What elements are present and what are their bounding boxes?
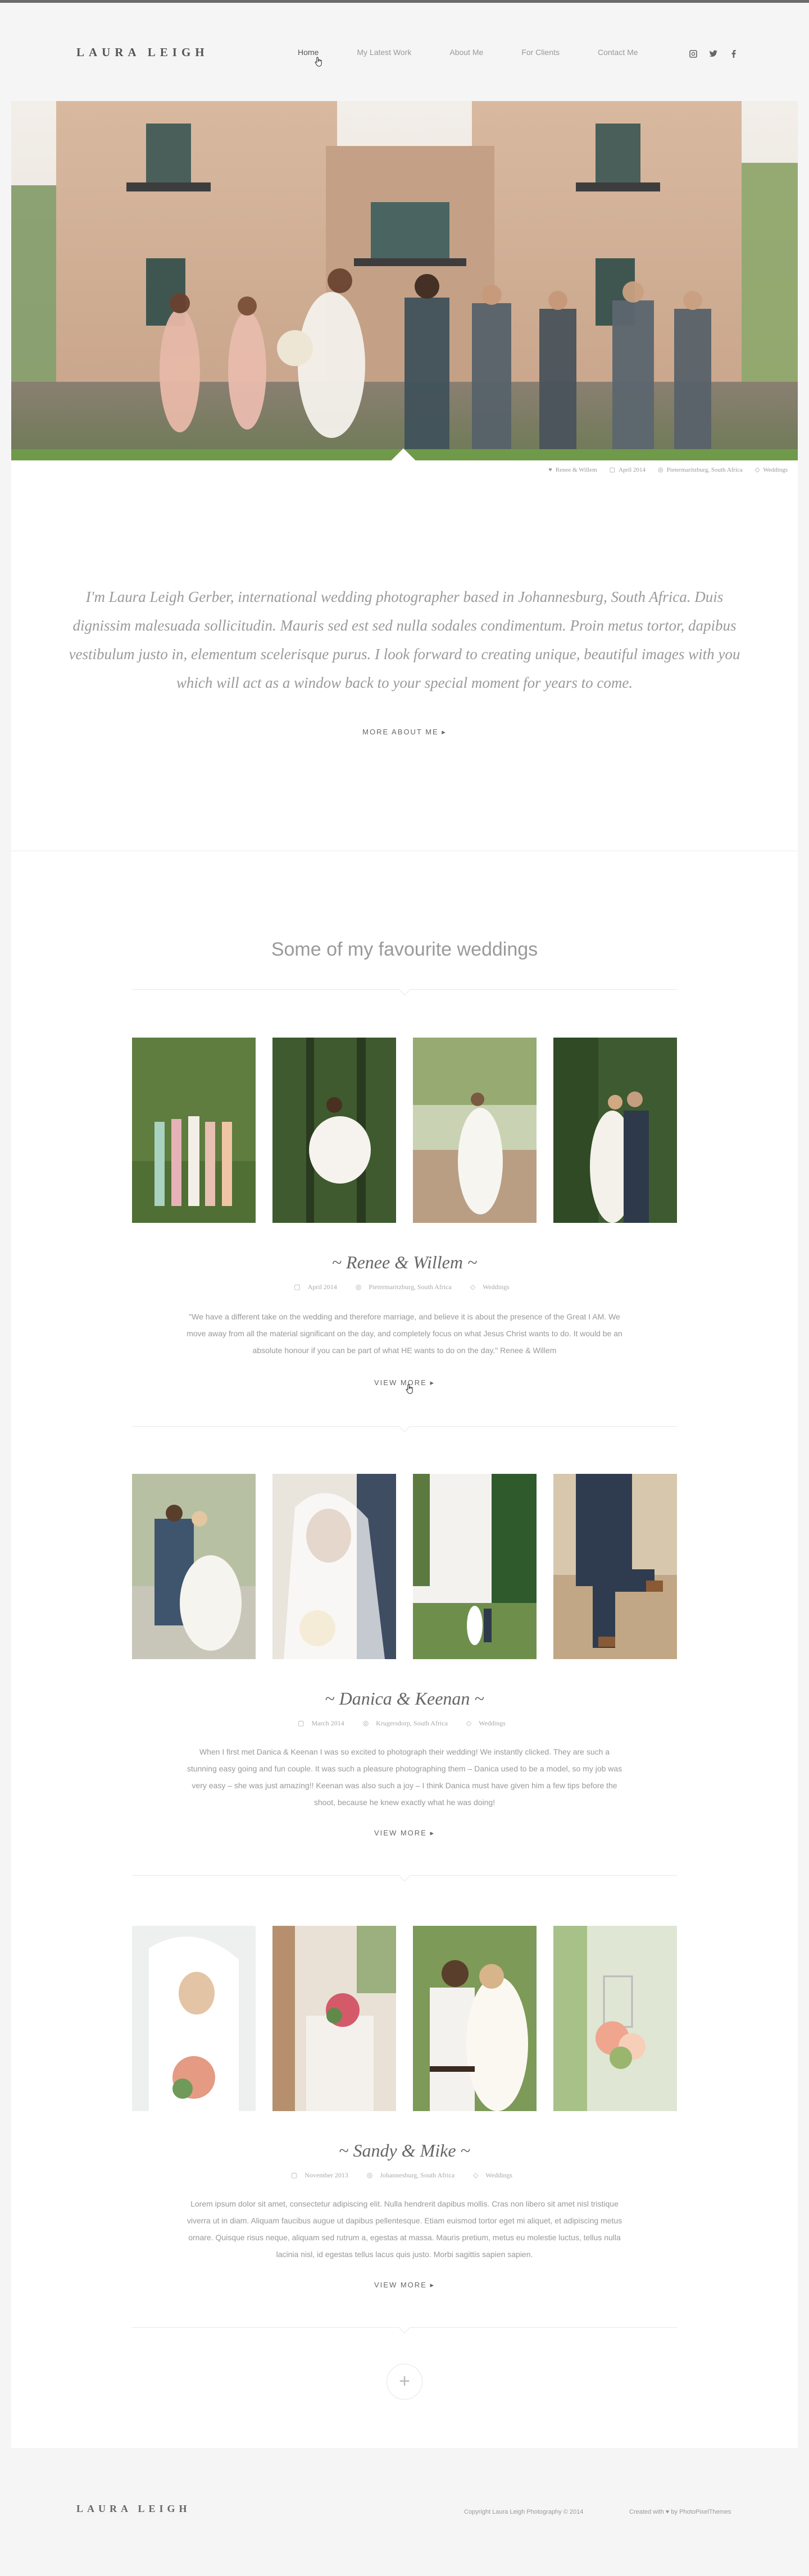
wedding-excerpt: "We have a different take on the wedding… xyxy=(187,1312,622,1355)
nav-about-me[interactable]: About Me xyxy=(449,48,483,57)
nav-for-clients[interactable]: For Clients xyxy=(521,48,560,57)
wedding-date: ▢ March 2014 xyxy=(298,1719,344,1727)
hand-cursor-icon xyxy=(406,1384,413,1394)
hero-meta-location: ◎ Pietermaritzburg, South Africa xyxy=(658,466,743,474)
wedding-location: ◎ Johannesburg, South Africa xyxy=(366,2171,455,2179)
wedding-photo[interactable] xyxy=(553,1474,677,1659)
wedding-photo[interactable] xyxy=(413,1474,537,1659)
wedding-photo[interactable] xyxy=(132,1474,256,1659)
heart-icon: ♥ xyxy=(548,466,552,473)
intro-text: I'm Laura Leigh Gerber, international we… xyxy=(69,588,740,691)
hero-image[interactable] xyxy=(11,101,798,460)
view-more-link[interactable]: VIEW MORE ▸ xyxy=(0,2281,809,2290)
load-more-button[interactable]: + xyxy=(387,2364,422,2400)
wedding-meta: ▢ November 2013 ◎ Johannesburg, South Af… xyxy=(0,2171,809,2180)
calendar-icon: ▢ xyxy=(609,467,616,473)
footer-logo[interactable]: LAURA LEIGH xyxy=(76,2503,191,2515)
wedding-excerpt: When I first met Danica & Keenan I was s… xyxy=(187,1747,622,1807)
wedding-category[interactable]: ◇ Weddings xyxy=(473,2171,518,2179)
wedding-location: ◎ Pietermaritzburg, South Africa xyxy=(355,1283,452,1291)
site-header: LAURA LEIGH Home My Latest Work About Me… xyxy=(0,3,809,101)
wedding-meta: ▢ March 2014 ◎ Krugersdorp, South Africa… xyxy=(0,1719,809,1728)
site-logo[interactable]: LAURA LEIGH xyxy=(76,45,209,60)
wedding-category[interactable]: ◇ Weddings xyxy=(470,1283,515,1291)
wedding-category[interactable]: ◇ Weddings xyxy=(466,1719,511,1727)
view-more-link[interactable]: VIEW MORE ▸ xyxy=(0,1829,809,1838)
wedding-photo[interactable] xyxy=(272,1926,396,2111)
wedding-photo[interactable] xyxy=(132,1038,256,1223)
wedding-photo[interactable] xyxy=(413,1038,537,1223)
view-more-link[interactable]: VIEW MORE ▸ xyxy=(0,1378,809,1387)
wedding-photo[interactable] xyxy=(413,1926,537,2111)
instagram-icon[interactable] xyxy=(689,50,698,60)
nav-latest-work[interactable]: My Latest Work xyxy=(357,48,411,57)
wedding-date: ▢ November 2013 xyxy=(290,2171,348,2179)
nav-contact-me[interactable]: Contact Me xyxy=(598,48,638,57)
wedding-photo[interactable] xyxy=(272,1474,396,1659)
footer-copyright: Copyright Laura Leigh Photography © 2014 xyxy=(464,2509,584,2515)
hero-meta-date: ▢ April 2014 xyxy=(609,466,646,474)
wedding-title[interactable]: ~ Danica & Keenan ~ xyxy=(0,1688,809,1709)
section-title: Some of my favourite weddings xyxy=(271,939,538,960)
wedding-location: ◎ Krugersdorp, South Africa xyxy=(362,1719,448,1727)
social-links xyxy=(689,50,738,60)
wedding-excerpt: Lorem ipsum dolor sit amet, consectetur … xyxy=(187,2199,622,2259)
facebook-icon[interactable] xyxy=(729,50,738,60)
hero-meta-category[interactable]: ◇ Weddings xyxy=(755,466,788,474)
wedding-photo[interactable] xyxy=(553,1038,677,1223)
wedding-date: ▢ April 2014 xyxy=(294,1283,337,1291)
wedding-meta: ▢ April 2014 ◎ Pietermaritzburg, South A… xyxy=(0,1283,809,1291)
hand-cursor-icon xyxy=(315,57,322,67)
wedding-title[interactable]: ~ Renee & Willem ~ xyxy=(0,1252,809,1273)
wedding-photo[interactable] xyxy=(553,1926,677,2111)
tag-icon: ◇ xyxy=(755,467,760,473)
hero-meta: ♥ Renee & Willem ▢ April 2014 ◎ Pietermarit… xyxy=(548,466,788,474)
hero-meta-couple[interactable]: ♥ Renee & Willem xyxy=(548,466,597,473)
main-nav: Home My Latest Work About Me For Clients… xyxy=(298,48,676,57)
twitter-icon[interactable] xyxy=(709,50,718,60)
wedding-photo[interactable] xyxy=(272,1038,396,1223)
wedding-title[interactable]: ~ Sandy & Mike ~ xyxy=(0,2140,809,2161)
footer-credit[interactable]: Created with ♥ by PhotoPixelThemes xyxy=(629,2509,731,2515)
wedding-photo[interactable] xyxy=(132,1926,256,2111)
location-icon: ◎ xyxy=(658,467,663,473)
more-about-me-link[interactable]: MORE ABOUT ME ▸ xyxy=(0,728,809,737)
nav-home[interactable]: Home xyxy=(298,48,319,57)
